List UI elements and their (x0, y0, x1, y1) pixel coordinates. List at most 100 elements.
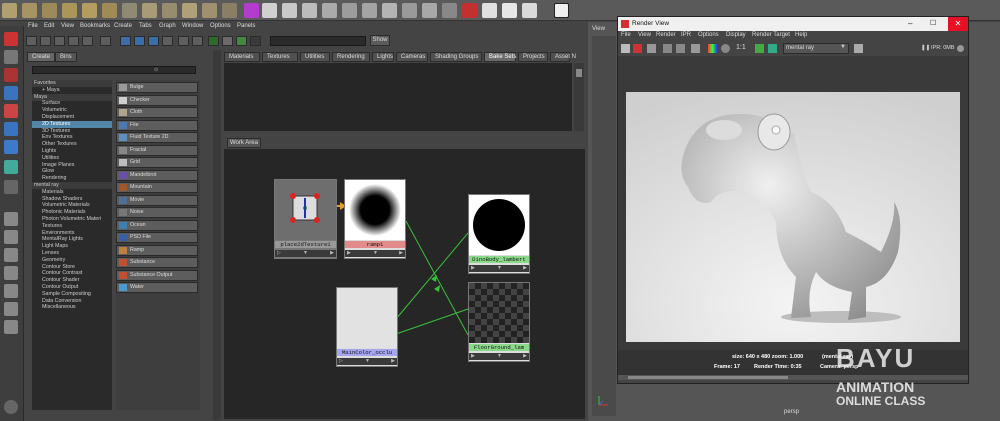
show-inputs-icon[interactable] (208, 36, 219, 46)
render-region-icon[interactable] (633, 44, 642, 53)
select-tool-icon[interactable] (4, 32, 18, 46)
clear-graph-icon[interactable] (162, 36, 173, 46)
refresh-ipr-icon[interactable] (676, 44, 685, 53)
menu-view[interactable]: View (61, 23, 74, 29)
layout-hypershade-icon[interactable] (4, 302, 18, 316)
nurbs-icon[interactable] (142, 3, 157, 18)
browser-tab[interactable]: Utilities (300, 52, 330, 62)
checker-shelf-icon[interactable] (262, 3, 277, 18)
fur-icon[interactable] (402, 3, 417, 18)
dino-body-ports[interactable]: ▶ ▼ ▶ (469, 265, 529, 272)
paint-icon[interactable] (382, 3, 397, 18)
create-node-button[interactable]: Bulge (116, 82, 198, 93)
cone-icon[interactable] (62, 3, 77, 18)
graph-both-icon[interactable] (134, 36, 145, 46)
rv-menu-file[interactable]: File (621, 32, 631, 38)
layout-a-icon[interactable] (40, 36, 51, 46)
render-shelf-icon[interactable] (462, 3, 477, 18)
checker-flag2-icon[interactable] (502, 3, 517, 18)
browser-scrollbar[interactable] (574, 63, 584, 131)
maximize-icon[interactable]: ☐ (930, 19, 936, 27)
layout-outliner-icon[interactable] (4, 266, 18, 280)
paint-select-icon[interactable] (4, 68, 18, 82)
sculpt-icon[interactable] (362, 3, 377, 18)
browser-tab[interactable]: Bake Sets (484, 52, 516, 62)
layout-render-icon[interactable] (4, 320, 18, 334)
place2d-texture-node[interactable]: place2dTexture1 ▷ ▼ ▶ (274, 179, 337, 259)
layout-d-icon[interactable] (82, 36, 93, 46)
tab-work-area[interactable]: Work Area (227, 138, 261, 148)
create-node-button[interactable]: Ocean (116, 219, 198, 231)
rv-menu-render[interactable]: Render (656, 32, 676, 38)
panel-divider[interactable] (213, 50, 221, 420)
rv-menu-ipr[interactable]: IPR (681, 32, 691, 38)
filter-icon[interactable] (250, 36, 261, 46)
redo-render-icon[interactable] (621, 44, 630, 53)
snapshot-icon[interactable] (647, 44, 656, 53)
layout-graph-icon[interactable] (4, 284, 18, 298)
create-node-button[interactable]: Checker (116, 94, 198, 106)
browser-tab[interactable]: Cameras (396, 52, 428, 62)
menu-create[interactable]: Create (114, 23, 132, 29)
layout-b-icon[interactable] (54, 36, 65, 46)
sphere-icon[interactable] (2, 3, 17, 18)
rv-menu-help[interactable]: Help (795, 32, 807, 38)
close-icon[interactable]: ✕ (948, 17, 968, 31)
browser-tab[interactable]: Rendering (332, 52, 370, 62)
rv-menu-display[interactable]: Display (726, 32, 746, 38)
scroll-thumb[interactable] (576, 69, 582, 77)
layout-c-icon[interactable] (68, 36, 79, 46)
create-node-button[interactable]: Fractal (116, 144, 198, 156)
create-node-button[interactable]: Grid (116, 157, 198, 168)
viewport-view-menu[interactable]: View (592, 26, 605, 32)
browser-tab[interactable]: Asset N (550, 52, 576, 62)
work-area[interactable]: place2dTexture1 ▷ ▼ ▶ ramp1 ▶ ▼ ▶ MainColor_… (224, 149, 585, 419)
grid-icon[interactable] (100, 36, 111, 46)
minimize-icon[interactable]: – (908, 19, 912, 28)
layout-four-icon[interactable] (4, 230, 18, 244)
tab-create[interactable]: Create (27, 52, 56, 62)
color-channels-icon[interactable] (708, 44, 717, 53)
search-field[interactable] (270, 36, 366, 46)
create-node-button[interactable]: Substance Output (116, 269, 198, 281)
lasso-tool-icon[interactable] (4, 50, 18, 64)
occlusion-ports[interactable]: ▷ ▼ ▶ (337, 358, 397, 365)
camera-icon[interactable] (322, 3, 337, 18)
place2d-ports[interactable]: ▷ ▼ ▶ (275, 250, 336, 257)
cube-icon[interactable] (22, 3, 37, 18)
graph-output-icon[interactable] (148, 36, 159, 46)
layout-two-icon[interactable] (4, 248, 18, 262)
fluid-icon[interactable] (442, 3, 457, 18)
show-button[interactable]: Show (370, 35, 390, 46)
manipulator-icon[interactable] (4, 140, 18, 154)
cylinder-icon[interactable] (42, 3, 57, 18)
ipr-icon[interactable] (663, 44, 672, 53)
mesh-icon[interactable] (122, 3, 137, 18)
close-shelf-icon[interactable] (554, 3, 569, 18)
ramp-node[interactable]: ramp1 ▶ ▼ ▶ (344, 179, 406, 259)
script-icon[interactable] (4, 400, 18, 414)
remove-image-icon[interactable] (768, 44, 777, 53)
browser-tab[interactable]: Materials (224, 52, 260, 62)
create-node-button[interactable]: Substance (116, 257, 198, 268)
floor-ground-node[interactable]: FloorGround_lam ▶ ▼ ▶ (468, 282, 530, 362)
pause-icon[interactable]: ❚❚ (921, 45, 930, 51)
checker-flag-icon[interactable] (482, 3, 497, 18)
tree-item[interactable]: Miscellaneous (32, 304, 112, 311)
soft-mod-icon[interactable] (4, 160, 18, 174)
h-scroll-thumb[interactable] (628, 376, 788, 379)
rv-menu-render-target[interactable]: Render Target (752, 32, 790, 38)
create-node-button[interactable]: Water (116, 282, 198, 293)
menu-file[interactable]: File (28, 23, 38, 29)
create-node-button[interactable]: Noise (116, 207, 198, 218)
create-node-button[interactable]: Cloth (116, 107, 198, 118)
show-outputs-icon[interactable] (222, 36, 233, 46)
menu-graph[interactable]: Graph (159, 23, 176, 29)
create-node-button[interactable]: Fluid Texture 2D (116, 132, 198, 143)
rearrange-icon[interactable] (178, 36, 189, 46)
rv-menu-options[interactable]: Options (698, 32, 719, 38)
render-image[interactable] (626, 92, 960, 342)
last-tool-icon[interactable] (4, 180, 18, 194)
plane-icon[interactable] (82, 3, 97, 18)
create-node-button[interactable]: PSD File (116, 232, 198, 243)
